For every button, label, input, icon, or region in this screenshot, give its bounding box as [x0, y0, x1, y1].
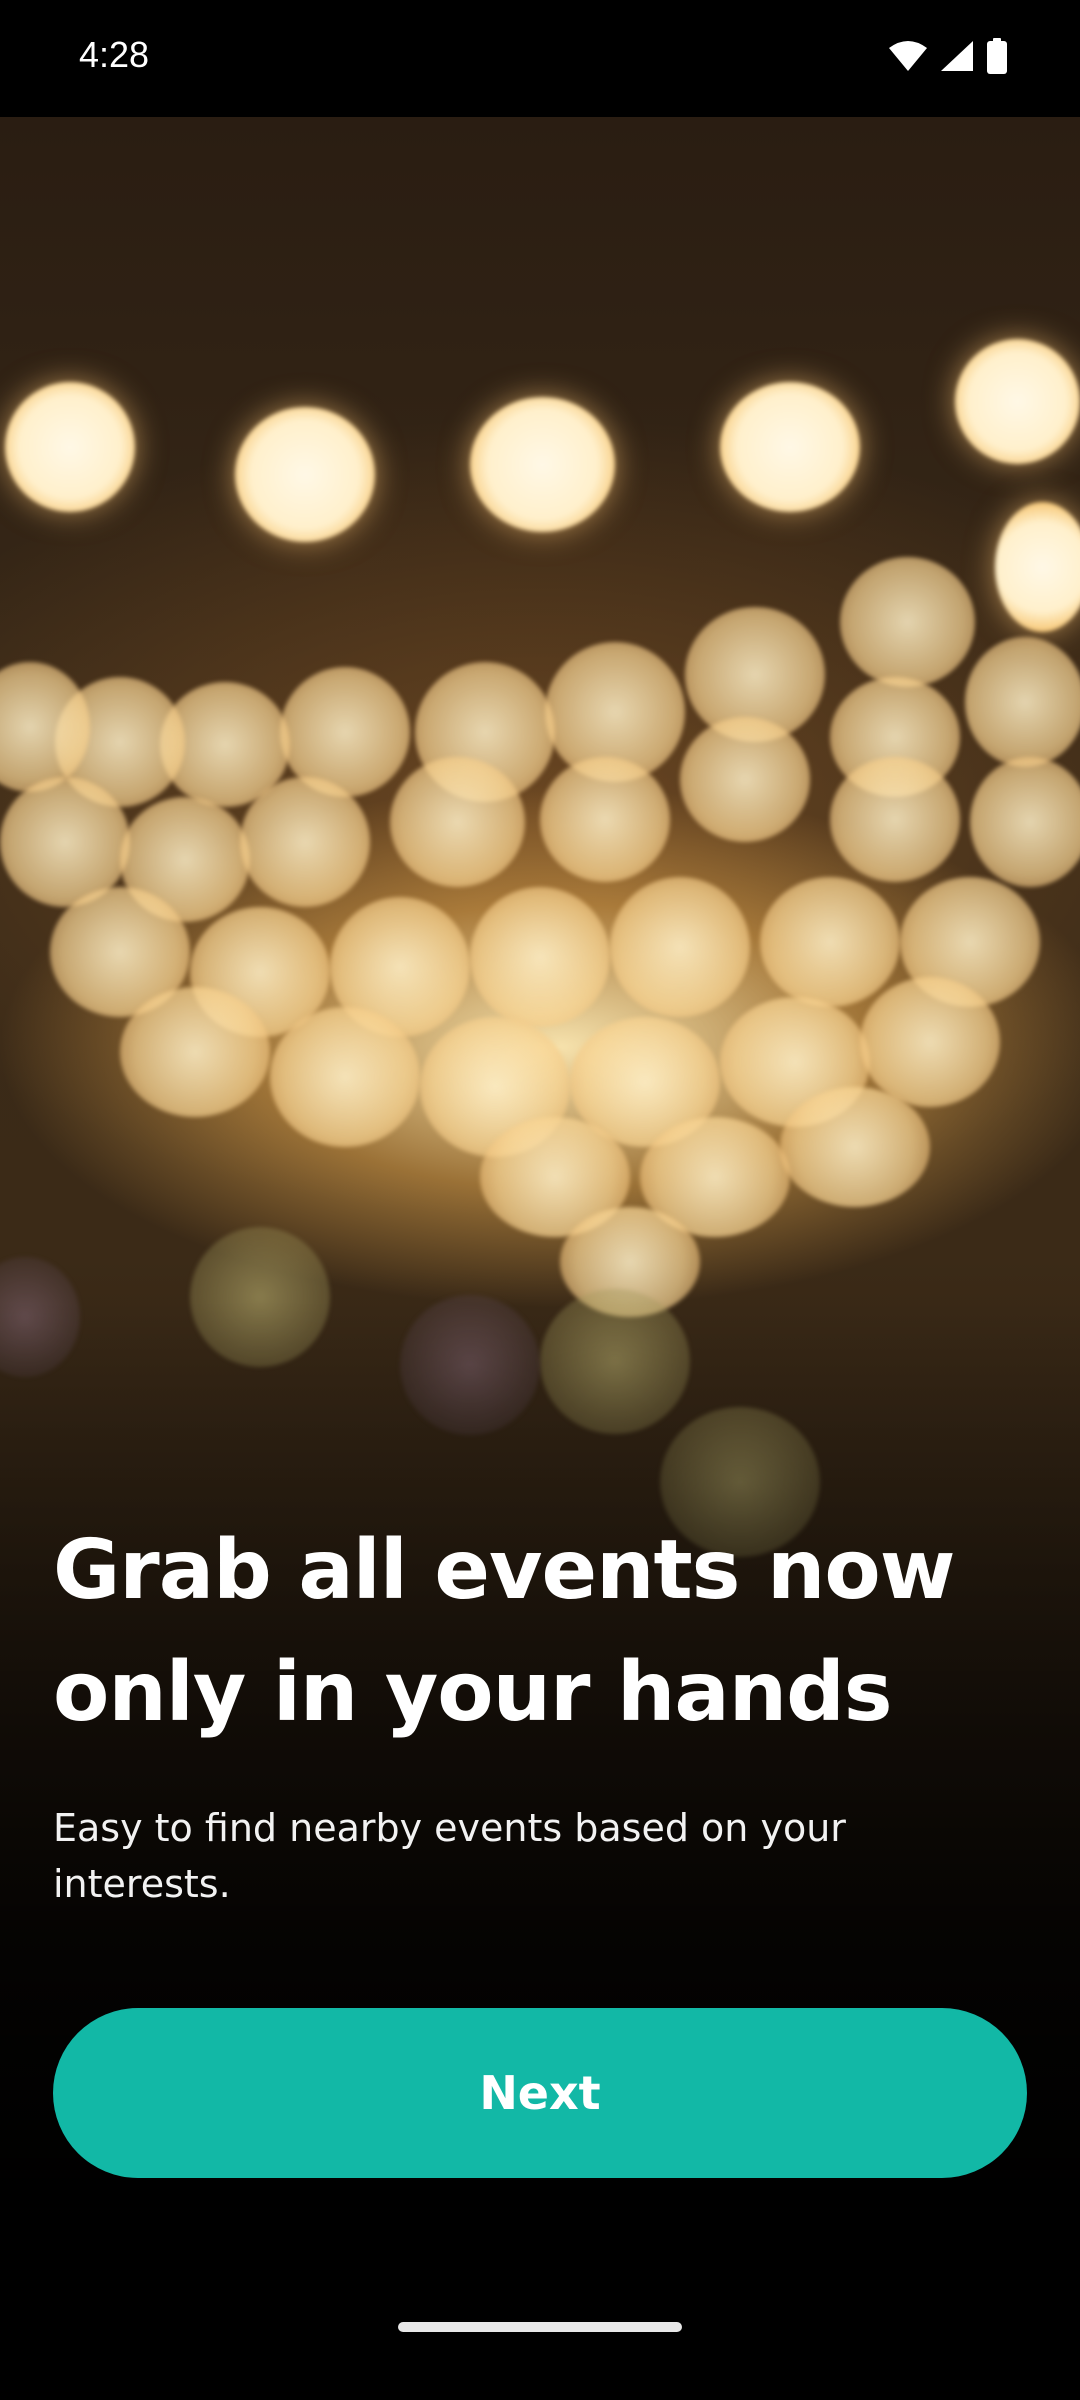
headline-line-2: only in your hands	[53, 1645, 893, 1740]
status-icons	[888, 38, 1008, 79]
wifi-icon	[888, 40, 928, 77]
status-bar: 4:28	[0, 0, 1080, 117]
status-time: 4:28	[79, 34, 150, 75]
next-button[interactable]: Next	[53, 2008, 1027, 2178]
headline-line-1: Grab all events now	[53, 1523, 955, 1618]
onboarding-screen: 4:28 Grab all events now only in your ha…	[0, 0, 1080, 2400]
subtitle-line-1: Easy to find nearby events based on your	[53, 1806, 846, 1850]
onboarding-subtitle: Easy to find nearby events based on your…	[53, 1800, 953, 1912]
signal-icon	[940, 40, 974, 77]
subtitle-line-2: interests.	[53, 1862, 231, 1906]
battery-icon	[986, 38, 1008, 79]
home-indicator[interactable]	[398, 2322, 682, 2332]
onboarding-headline: Grab all events now only in your hands	[53, 1510, 1033, 1754]
